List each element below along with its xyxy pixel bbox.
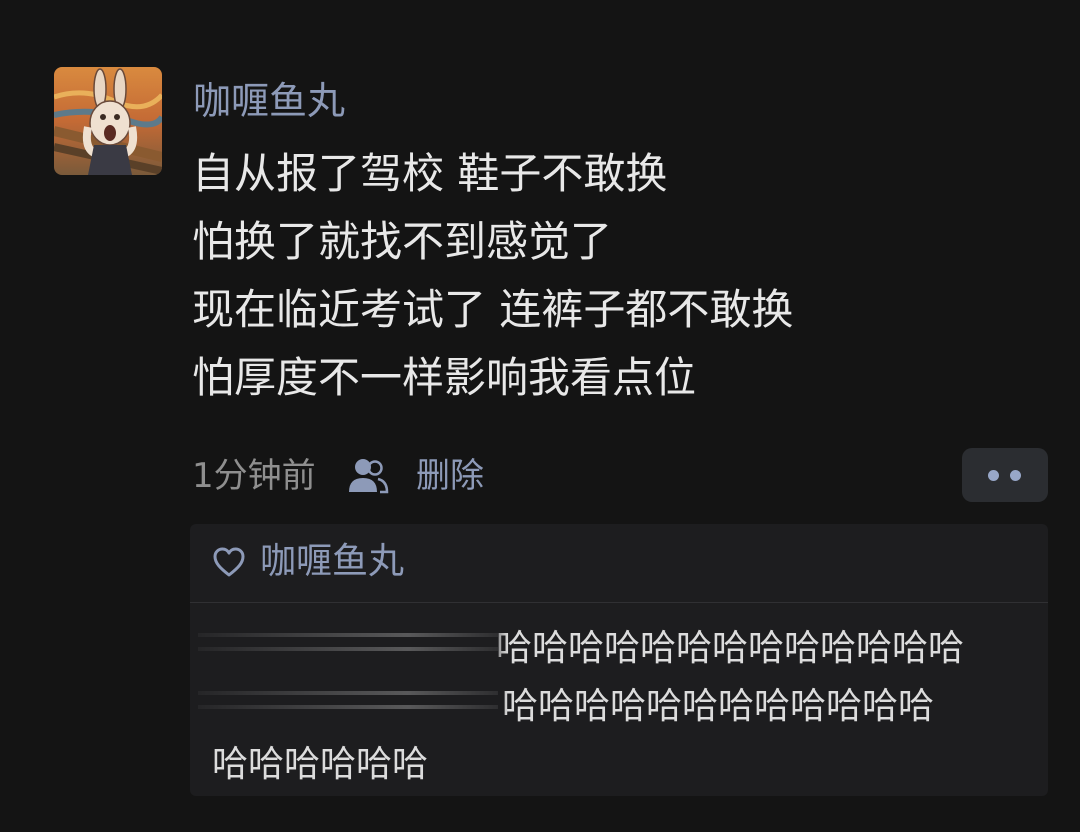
post-meta-row: 1分钟前 删除 bbox=[192, 452, 1052, 500]
interaction-panel: 咖喱鱼丸 哈哈哈哈哈哈哈哈哈哈哈哈哈 哈哈哈哈哈哈哈哈哈哈哈哈 哈哈哈哈哈哈 bbox=[190, 524, 1048, 796]
heart-outline-icon bbox=[213, 547, 245, 577]
post-author-name[interactable]: 咖喱鱼丸 bbox=[193, 78, 345, 124]
liker-name[interactable]: 咖喱鱼丸 bbox=[260, 540, 404, 584]
post-body-line: 怕厚度不一样影响我看点位 bbox=[192, 353, 697, 402]
comment-line: 哈哈哈哈哈哈 bbox=[212, 744, 429, 785]
post-body-line: 怕换了就找不到感觉了 bbox=[192, 217, 613, 266]
likes-row: 咖喱鱼丸 bbox=[190, 524, 1048, 602]
redaction-streak bbox=[198, 691, 498, 695]
post-body: 自从报了驾校 鞋子不敢换 怕换了就找不到感觉了 现在临近考试了 连裤子都不敢换 … bbox=[192, 140, 1042, 412]
more-dots-icon bbox=[988, 470, 999, 481]
friends-icon[interactable] bbox=[347, 456, 389, 494]
delete-button[interactable]: 删除 bbox=[416, 454, 484, 498]
redacted-commenter bbox=[198, 619, 508, 724]
more-button[interactable] bbox=[962, 448, 1048, 502]
redaction-streak bbox=[198, 633, 498, 637]
avatar[interactable] bbox=[54, 67, 162, 175]
screaming-rabbit-avatar-icon bbox=[54, 67, 162, 175]
post-body-line: 现在临近考试了 连裤子都不敢换 bbox=[192, 285, 794, 334]
divider bbox=[190, 602, 1048, 603]
redaction-streak bbox=[198, 647, 498, 651]
post-body-line: 自从报了驾校 鞋子不敢换 bbox=[192, 149, 668, 198]
post-timestamp: 1分钟前 bbox=[192, 456, 316, 496]
redaction-streak bbox=[198, 705, 498, 709]
more-dots-icon bbox=[1010, 470, 1021, 481]
